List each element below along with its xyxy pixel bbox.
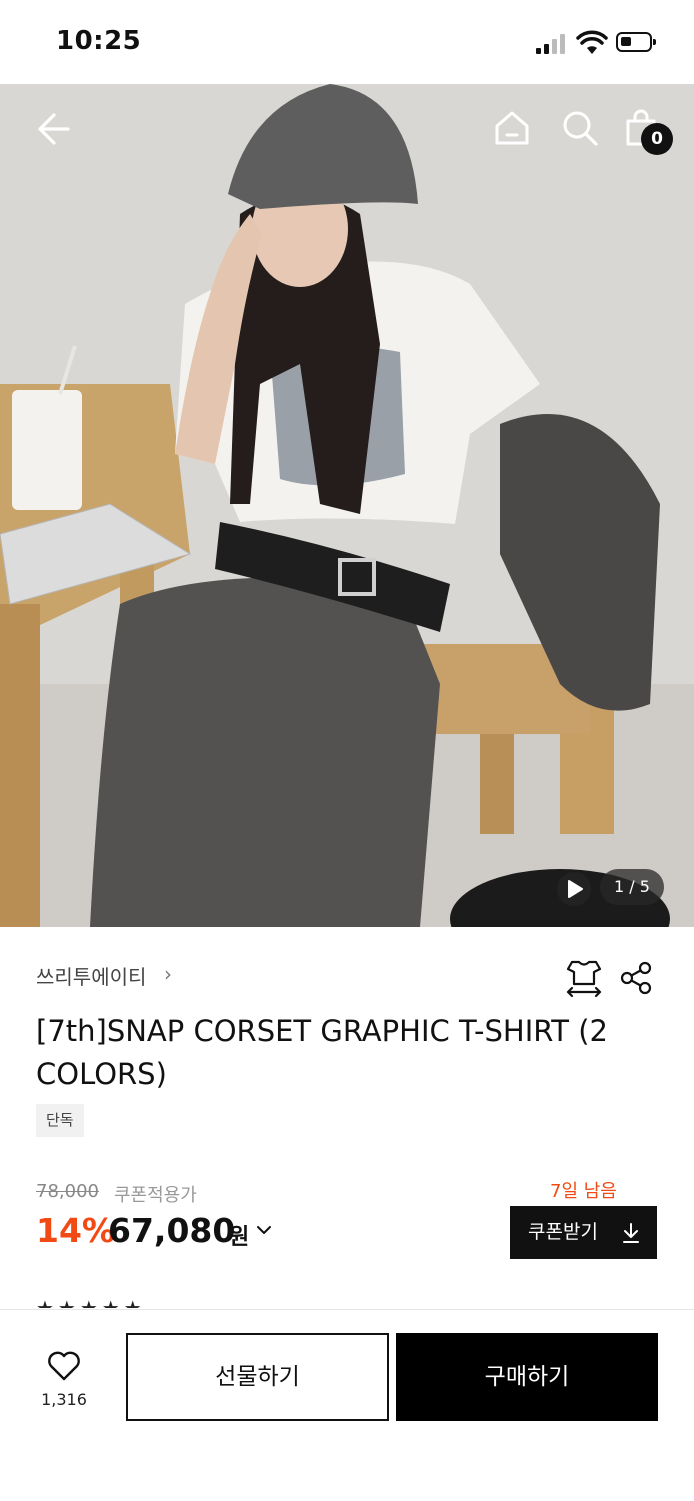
download-coupon-label: 쿠폰받기	[528, 1221, 598, 1243]
heart-icon[interactable]	[46, 1350, 82, 1382]
product-title: [7th]SNAP CORSET GRAPHIC T-SHIRT (2 COLO…	[36, 1014, 608, 1091]
download-coupon-button[interactable]: 쿠폰받기	[510, 1206, 657, 1259]
rating-stars: ★★★★★	[36, 1296, 146, 1308]
wifi-icon	[576, 30, 608, 54]
buy-button[interactable]: 구매하기	[396, 1333, 658, 1421]
brand-link[interactable]: 쓰리투에이티	[36, 961, 146, 990]
play-icon[interactable]	[556, 871, 592, 907]
status-time: 10:25	[56, 26, 142, 56]
exclusive-badge: 단독	[36, 1104, 84, 1137]
sale-price: 67,080	[108, 1211, 236, 1250]
product-image-carousel[interactable]	[0, 84, 694, 927]
chevron-down-icon[interactable]	[256, 1222, 272, 1238]
chevron-right-icon[interactable]: ›	[164, 962, 172, 986]
home-icon[interactable]	[492, 108, 532, 148]
gift-button[interactable]: 선물하기	[126, 1333, 389, 1421]
image-pagination: 1 / 5	[600, 869, 664, 905]
download-icon	[623, 1223, 639, 1243]
coupon-price-label: 쿠폰적용가	[114, 1185, 197, 1206]
like-count: 1,316	[41, 1390, 87, 1409]
currency-label: 원	[229, 1225, 250, 1250]
discount-rate: 14%	[36, 1211, 115, 1250]
original-price: 78,000	[36, 1181, 99, 1202]
cellular-signal-icon	[536, 34, 568, 54]
search-icon[interactable]	[560, 108, 600, 148]
battery-icon	[616, 32, 656, 52]
cart-count-badge: 0	[641, 123, 673, 155]
product-photo	[0, 84, 694, 927]
coupon-days-left: 7일 남음	[550, 1181, 617, 1202]
share-icon[interactable]	[618, 960, 654, 996]
size-guide-icon[interactable]	[564, 958, 604, 998]
back-arrow-icon[interactable]	[34, 110, 72, 148]
